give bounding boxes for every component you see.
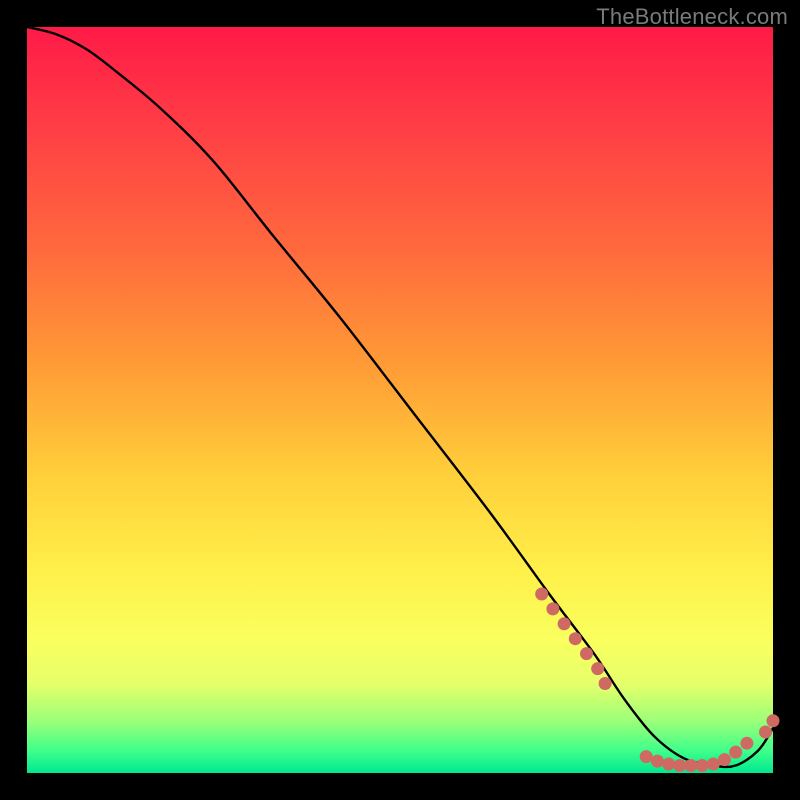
dot-icon bbox=[718, 753, 731, 766]
dot-icon bbox=[599, 677, 612, 690]
dot-icon bbox=[767, 714, 780, 727]
dot-icon bbox=[729, 746, 742, 759]
dot-icon bbox=[673, 759, 686, 772]
highlight-dots bbox=[535, 588, 779, 773]
plot-area bbox=[27, 27, 773, 773]
chart-stage: TheBottleneck.com bbox=[0, 0, 800, 800]
dot-icon bbox=[696, 759, 709, 772]
dot-icon bbox=[640, 750, 653, 763]
dot-icon bbox=[651, 755, 664, 768]
dot-icon bbox=[535, 588, 548, 601]
dot-icon bbox=[580, 647, 593, 660]
dot-icon bbox=[684, 759, 697, 772]
bottleneck-curve bbox=[27, 27, 773, 767]
dot-icon bbox=[591, 662, 604, 675]
dot-icon bbox=[558, 617, 571, 630]
dot-icon bbox=[759, 726, 772, 739]
dot-icon bbox=[546, 602, 559, 615]
dot-icon bbox=[569, 632, 582, 645]
dot-icon bbox=[662, 758, 675, 771]
curve-layer bbox=[27, 27, 773, 773]
dot-icon bbox=[707, 758, 720, 771]
dot-icon bbox=[740, 737, 753, 750]
